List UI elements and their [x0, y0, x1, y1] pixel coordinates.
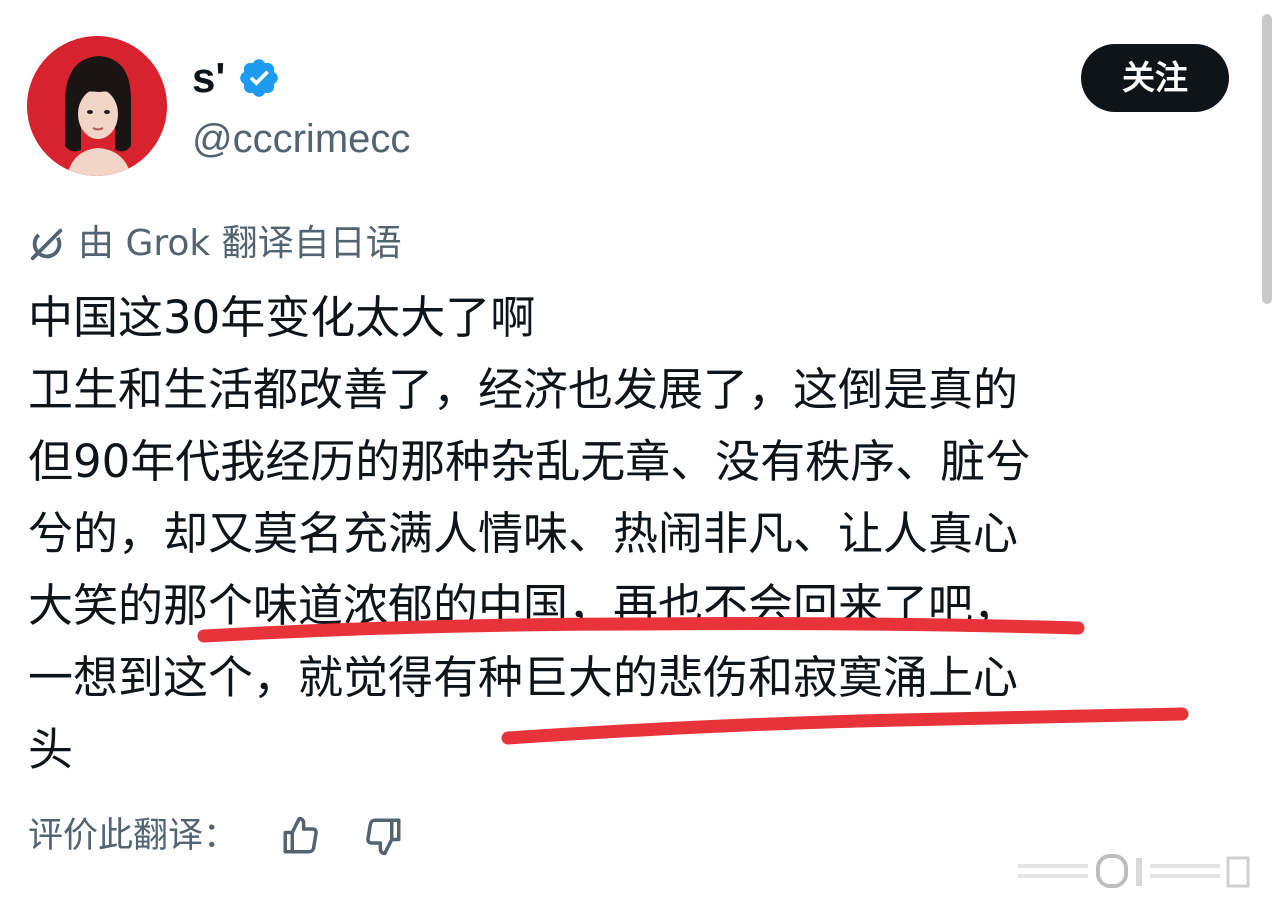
translation-notice: 由 Grok 翻译自日语: [28, 218, 402, 270]
thumbs-up-icon: [283, 816, 318, 854]
post-line: 中国这30年变化太大了啊: [28, 291, 536, 344]
thumbs-down-button[interactable]: [358, 811, 408, 861]
post-line: 一想到这个，就觉得有种巨大的悲伤和寂寞涌上心: [28, 651, 1019, 704]
post-line: 头: [28, 723, 74, 776]
thumbs-down-icon: [366, 818, 401, 856]
display-name-row: s': [192, 52, 281, 104]
follow-button[interactable]: 关注: [1081, 44, 1229, 112]
avatar[interactable]: [27, 36, 167, 176]
display-name[interactable]: s': [192, 52, 225, 104]
post-text: 中国这30年变化太大了啊 卫生和生活都改善了，经济也发展了，这倒是真的 但90年…: [28, 282, 1223, 786]
avatar-image: [27, 36, 167, 176]
verified-badge-icon: [240, 59, 279, 97]
rate-translation-row: 评价此翻译：: [28, 808, 408, 864]
post-line: 卫生和生活都改善了，经济也发展了，这倒是真的: [28, 363, 1019, 416]
translate-icon: [30, 228, 63, 261]
rate-translation-label: 评价此翻译：: [28, 816, 239, 856]
watermark-logo: [1018, 854, 1250, 888]
post-line: 兮的，却又莫名充满人情味、热闹非凡、让人真心: [28, 507, 1019, 560]
thumbs-up-button[interactable]: [276, 811, 326, 861]
post-line: 但90年代我经历的那种杂乱无章、没有秩序、脏兮: [28, 435, 1031, 488]
author-handle[interactable]: @cccrimecc: [192, 114, 410, 164]
scrollbar[interactable]: [1262, 14, 1272, 304]
translation-notice-text: 由 Grok 翻译自日语: [78, 223, 402, 264]
post-line: 大笑的那个味道浓郁的中国，再也不会回来了吧，: [28, 579, 1019, 632]
